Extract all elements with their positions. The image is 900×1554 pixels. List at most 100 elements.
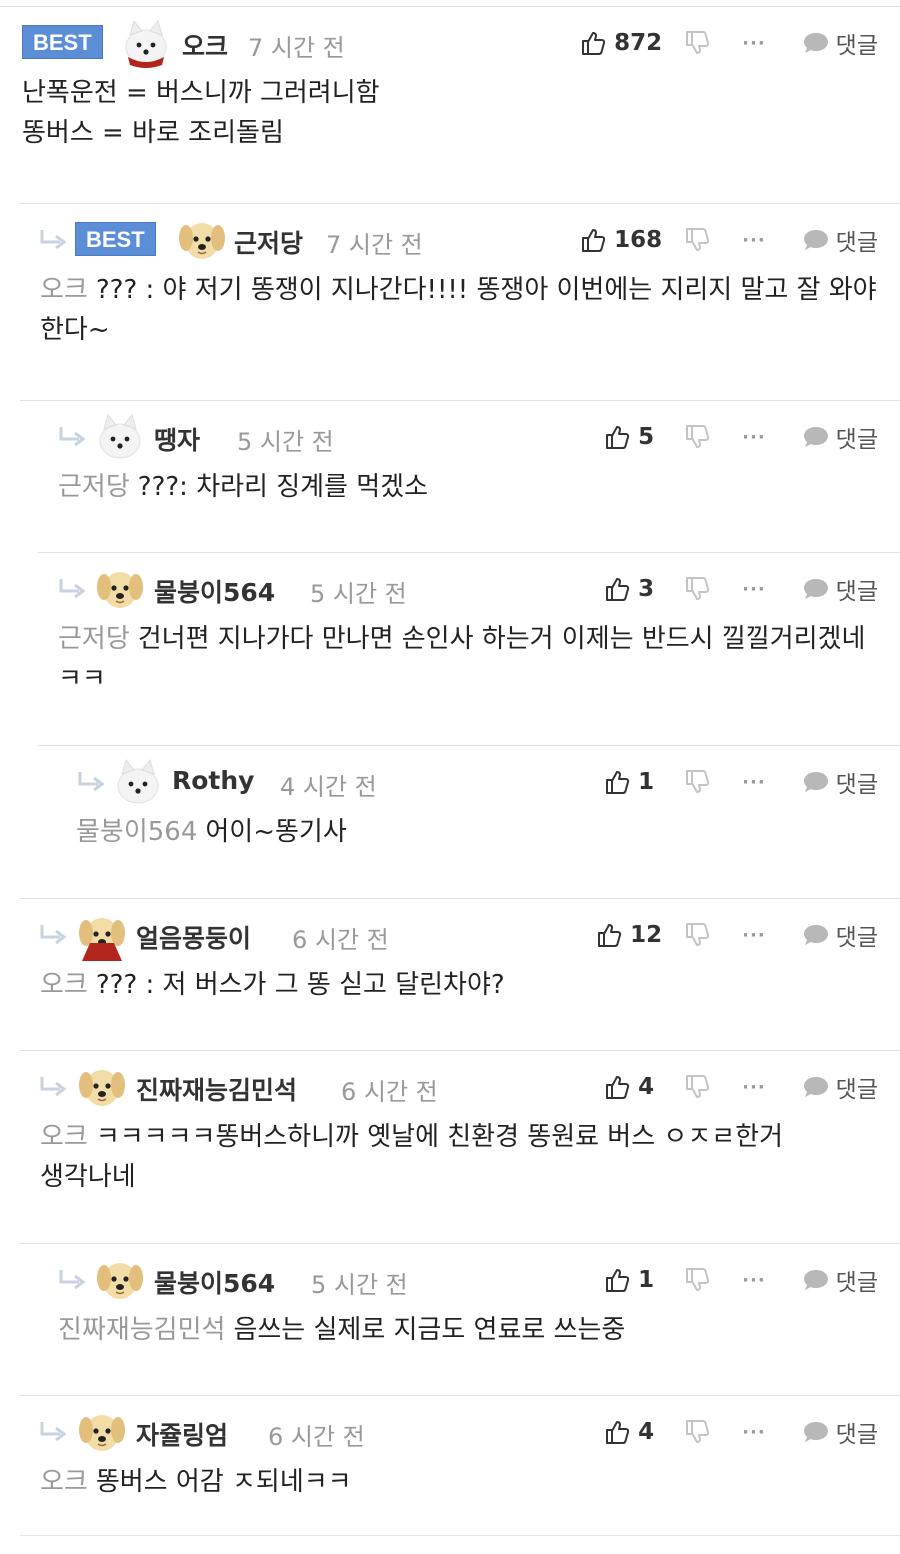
thumbs-up-icon[interactable] xyxy=(604,576,630,602)
comment-item: BEST 근저당 7 시간 전 168 ··· 댓글 오크??? : 야 저기 똥쟁이 지나… xyxy=(20,204,900,401)
ellipsis-icon[interactable]: ··· xyxy=(742,427,766,448)
thumbs-up-icon[interactable] xyxy=(604,769,630,795)
author-name[interactable]: 오크 xyxy=(182,27,228,63)
like-count: 4 xyxy=(638,1419,655,1445)
thumbs-down-icon[interactable] xyxy=(684,1267,710,1293)
comment-actions: 1 ··· 댓글 xyxy=(604,764,878,800)
avatar[interactable] xyxy=(94,411,146,463)
thumbs-down-icon[interactable] xyxy=(684,769,710,795)
comment-item: 땡자 5 시간 전 5 ··· 댓글 근저당???: 차라리 징계를 먹겠소 xyxy=(38,401,900,553)
avatar[interactable] xyxy=(120,17,172,69)
thumbs-down-icon[interactable] xyxy=(684,30,710,56)
best-badge: BEST xyxy=(22,25,103,59)
mention-link[interactable]: 오크 xyxy=(40,1122,88,1152)
ellipsis-icon[interactable]: ··· xyxy=(742,1077,766,1098)
avatar[interactable] xyxy=(94,1254,146,1306)
thumbs-down-icon[interactable] xyxy=(684,1074,710,1100)
thumbs-up-icon[interactable] xyxy=(604,424,630,450)
comment-actions: 1 ··· 댓글 xyxy=(604,1262,878,1298)
comment-header: BEST 근저당 7 시간 전 168 ··· 댓글 xyxy=(20,204,900,266)
thumbs-up-icon[interactable] xyxy=(596,922,622,948)
mention-link[interactable]: 진짜재능김민석 xyxy=(58,1315,225,1345)
like-count: 168 xyxy=(614,227,663,253)
like-count: 4 xyxy=(638,1074,655,1100)
comment-actions: 5 ··· 댓글 xyxy=(604,419,878,455)
comment-header: 얼음몽둥이 6 시간 전 12 ··· 댓글 xyxy=(20,899,900,961)
reply-button[interactable]: 댓글 xyxy=(802,918,878,952)
thumbs-up-icon[interactable] xyxy=(604,1419,630,1445)
mention-link[interactable]: 근저당 xyxy=(58,472,130,502)
comment-item: 물붕이564 5 시간 전 3 ··· 댓글 근저당 건너편 지나가다 만나면 손인사 하는… xyxy=(38,553,900,746)
ellipsis-icon[interactable]: ··· xyxy=(742,1422,766,1443)
thumbs-up-icon[interactable] xyxy=(604,1267,630,1293)
author-name[interactable]: 땡자 xyxy=(154,421,200,457)
comment-time: 7 시간 전 xyxy=(326,231,423,259)
thumbs-up-icon[interactable] xyxy=(580,30,606,56)
thumbs-down-icon[interactable] xyxy=(684,227,710,253)
author-name[interactable]: 얼음몽둥이 xyxy=(136,919,251,955)
thumbs-down-icon[interactable] xyxy=(684,424,710,450)
author-name[interactable]: 물붕이564 xyxy=(154,1264,275,1300)
mention-link[interactable]: 물붕이564 xyxy=(76,817,197,847)
comment-time: 6 시간 전 xyxy=(268,1423,365,1451)
reply-button[interactable]: 댓글 xyxy=(802,223,878,257)
reply-arrow-icon xyxy=(38,1420,68,1444)
comment-text: ㅋㅋㅋㅋㅋ똥버스하니까 옛날에 친환경 똥원료 버스 ㅇㅈㄹ한거 생각나네 xyxy=(40,1122,784,1192)
ellipsis-icon[interactable]: ··· xyxy=(742,1270,766,1291)
thumbs-up-icon[interactable] xyxy=(580,227,606,253)
reply-button[interactable]: 댓글 xyxy=(802,420,878,454)
comment-header: 물붕이564 5 시간 전 1 ··· 댓글 xyxy=(20,1244,900,1306)
reply-label: 댓글 xyxy=(835,1422,878,1448)
thumbs-up-icon[interactable] xyxy=(604,1074,630,1100)
reply-label: 댓글 xyxy=(835,925,878,951)
ellipsis-icon[interactable]: ··· xyxy=(742,230,766,251)
reply-label: 댓글 xyxy=(835,230,878,256)
comment-actions: 872 ··· 댓글 xyxy=(580,25,878,61)
comment-time: 7 시간 전 xyxy=(248,34,345,62)
reply-button[interactable]: 댓글 xyxy=(802,572,878,606)
reply-button[interactable]: 댓글 xyxy=(802,1263,878,1297)
avatar[interactable] xyxy=(76,909,128,961)
reply-button[interactable]: 댓글 xyxy=(802,1415,878,1449)
author-name[interactable]: 진짜재능김민석 xyxy=(136,1071,297,1107)
mention-link[interactable]: 오크 xyxy=(40,275,88,305)
comment-header: BEST 오크 7 시간 전 872 ··· 댓글 xyxy=(20,7,900,69)
reply-button[interactable]: 댓글 xyxy=(802,26,878,60)
author-name[interactable]: 자쥴링엄 xyxy=(136,1416,228,1452)
comment-item: BEST 오크 7 시간 전 872 ··· 댓글 난폭운전 = 버스니까 그러려니함 똥버… xyxy=(20,7,900,204)
mention-link[interactable]: 오크 xyxy=(40,1467,88,1497)
avatar[interactable] xyxy=(94,563,146,615)
reply-label: 댓글 xyxy=(835,1077,878,1103)
speech-bubble-icon xyxy=(802,1420,830,1444)
reply-label: 댓글 xyxy=(835,427,878,453)
reply-button[interactable]: 댓글 xyxy=(802,765,878,799)
mention-link[interactable]: 오크 xyxy=(40,970,88,1000)
comment-body: 난폭운전 = 버스니까 그러려니함 똥버스 = 바로 조리돌림 xyxy=(20,73,900,171)
author-name[interactable]: 근저당 xyxy=(234,224,303,260)
reply-button[interactable]: 댓글 xyxy=(802,1070,878,1104)
avatar[interactable] xyxy=(176,214,228,266)
comment-body: 오크??? : 저 버스가 그 똥 싣고 달린차야? xyxy=(20,965,900,1023)
ellipsis-icon[interactable]: ··· xyxy=(742,772,766,793)
ellipsis-icon[interactable]: ··· xyxy=(742,925,766,946)
ellipsis-icon[interactable]: ··· xyxy=(742,33,766,54)
mention-link[interactable]: 근저당 xyxy=(58,624,130,654)
ellipsis-icon[interactable]: ··· xyxy=(742,579,766,600)
avatar[interactable] xyxy=(112,756,164,808)
comment-header: 자쥴링엄 6 시간 전 4 ··· 댓글 xyxy=(20,1396,900,1458)
like-count: 1 xyxy=(638,769,655,795)
speech-bubble-icon xyxy=(802,577,830,601)
avatar[interactable] xyxy=(76,1406,128,1458)
comment-time: 6 시간 전 xyxy=(292,926,389,954)
author-name[interactable]: 물붕이564 xyxy=(154,573,275,609)
reply-label: 댓글 xyxy=(835,579,878,605)
comment-item: 물붕이564 5 시간 전 1 ··· 댓글 진짜재능김민석 음쓰는 실제로 지금도 연료로… xyxy=(20,1244,900,1396)
comment-actions: 168 ··· 댓글 xyxy=(580,222,878,258)
thumbs-down-icon[interactable] xyxy=(684,922,710,948)
avatar[interactable] xyxy=(76,1061,128,1113)
thumbs-down-icon[interactable] xyxy=(684,576,710,602)
comment-body: 물붕이564 어이~똥기사 xyxy=(20,812,900,870)
reply-arrow-icon xyxy=(38,228,68,252)
author-name[interactable]: Rothy xyxy=(172,766,254,795)
thumbs-down-icon[interactable] xyxy=(684,1419,710,1445)
